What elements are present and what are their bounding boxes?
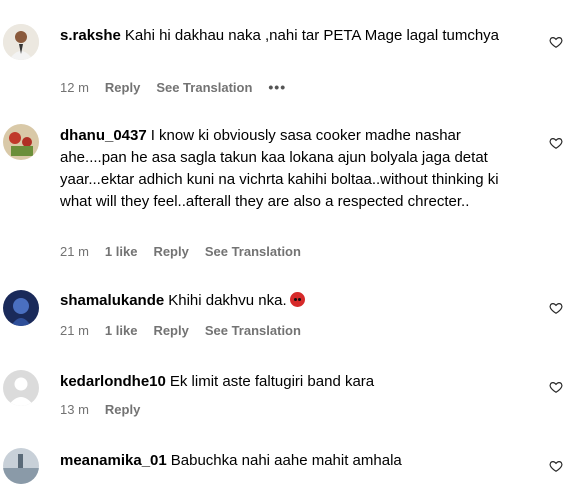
likes-count[interactable]: 1 like [105, 323, 138, 338]
reply-button[interactable]: Reply [105, 402, 140, 417]
comment-time: 13 m [60, 402, 89, 417]
heart-icon[interactable] [549, 380, 563, 394]
comment-meta: 13 m Reply [60, 402, 156, 417]
heart-icon[interactable] [549, 35, 563, 49]
comment-text: kedarlondhe10 Ek limit aste faltugiri ban… [60, 371, 530, 393]
avatar-image [3, 124, 39, 160]
comment-text: s.rakshe Kahi hi dakhau naka ,nahi tar PE… [60, 25, 530, 47]
comment-body: Babuchka nahi aahe mahit amhala [170, 452, 402, 469]
comment-time: 12 m [60, 79, 89, 95]
avatar-image [3, 24, 39, 60]
comment-time: 21 m [60, 244, 89, 259]
see-translation-button[interactable]: See Translation [156, 80, 252, 95]
avatar-image [3, 290, 39, 326]
reply-button[interactable]: Reply [153, 244, 188, 259]
comment-meta: 21 m 1 like Reply See Translation [60, 323, 317, 338]
avatar-image [3, 448, 39, 484]
comment-body: Kahi hi dakhau naka ,nahi tar PETA Mage … [124, 27, 500, 44]
comment-text: shamalukande Khihi dakhvu nka. [60, 290, 530, 312]
comment-meta: 12 m Reply See Translation ••• [60, 79, 302, 95]
heart-icon[interactable] [549, 136, 563, 150]
avatar[interactable] [3, 370, 39, 406]
comment-username[interactable]: shamalukande [60, 292, 164, 309]
comment-username[interactable]: s.rakshe [60, 27, 121, 44]
comment-text: dhanu_0437 I know ki obviously sasa cooke… [60, 125, 530, 213]
see-translation-button[interactable]: See Translation [205, 244, 301, 259]
comment-meta: 21 m 1 like Reply See Translation [60, 244, 317, 259]
reply-button[interactable]: Reply [153, 323, 188, 338]
avatar[interactable] [3, 290, 39, 326]
see-translation-button[interactable]: See Translation [205, 323, 301, 338]
more-options-icon[interactable]: ••• [268, 79, 286, 95]
avatar[interactable] [3, 24, 39, 60]
avatar[interactable] [3, 124, 39, 160]
avatar[interactable] [3, 448, 39, 484]
comment-text: meanamika_01 Babuchka nahi aahe mahit amh… [60, 450, 530, 472]
comment-body: Khihi dakhvu nka. [168, 292, 287, 309]
comment-username[interactable]: kedarlondhe10 [60, 373, 166, 390]
angry-face-icon [289, 292, 305, 307]
default-avatar-icon [3, 370, 39, 406]
comment-username[interactable]: dhanu_0437 [60, 127, 147, 144]
reply-button[interactable]: Reply [105, 80, 140, 95]
likes-count[interactable]: 1 like [105, 244, 138, 259]
heart-icon[interactable] [549, 301, 563, 315]
comment-username[interactable]: meanamika_01 [60, 452, 167, 469]
comment-time: 21 m [60, 323, 89, 338]
comment-body: Ek limit aste faltugiri band kara [169, 373, 375, 390]
